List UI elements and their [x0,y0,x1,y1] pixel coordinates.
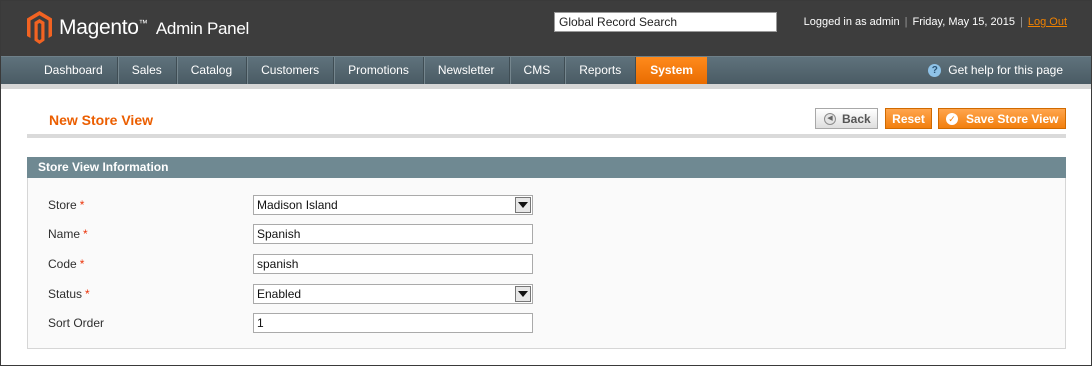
current-date: Friday, May 15, 2015 [912,16,1015,28]
save-button-label: Save Store View [966,111,1059,126]
code-row: Code * [48,254,548,274]
logo-trademark: ™ [138,17,148,28]
nav-item-catalog[interactable]: Catalog [177,57,248,85]
header: Magento™ Admin Panel Logged in as admin|… [1,1,1091,56]
required-mark: * [79,257,85,271]
store-select[interactable]: Madison Island [253,195,533,215]
user-info: Logged in as admin | Friday, May 15, 2015 |… [803,16,1067,28]
main-nav: Dashboard Sales Catalog Customers Promot… [1,56,1091,85]
chevron-down-icon [515,286,531,302]
back-button-label: Back [842,111,871,126]
nav-item-promotions[interactable]: Promotions [334,57,424,85]
sort-order-label: Sort Order [48,316,105,330]
required-mark: * [83,227,88,241]
app-frame: Magento™ Admin Panel Logged in as admin|… [0,0,1092,366]
logo-main-text: Magento [59,15,139,39]
status-select[interactable]: Enabled [253,284,533,304]
global-search-input[interactable] [554,12,777,32]
required-mark: * [79,198,85,212]
logout-link[interactable]: Log Out [1028,16,1067,28]
nav-item-reports[interactable]: Reports [565,57,637,85]
save-store-view-button[interactable]: ✓ Save Store View [938,108,1066,129]
arrow-left-icon: ◀ [824,112,836,125]
nav-item-cms[interactable]: CMS [510,57,566,85]
title-divider [27,134,1066,138]
question-icon: ? [928,63,942,77]
code-input[interactable] [253,254,533,274]
name-row: Name * [48,224,548,244]
checkmark-icon: ✓ [946,112,958,125]
magento-logo-icon [27,11,52,44]
status-row: Status * Enabled [48,284,548,304]
page-title: New Store View [49,112,154,128]
sort-order-row: Sort Order [48,313,548,333]
nav-item-system[interactable]: System [636,57,707,85]
code-label: Code * [48,257,85,271]
nav-item-newsletter[interactable]: Newsletter [424,57,510,85]
nav-item-customers[interactable]: Customers [247,57,335,85]
store-select-value: Madison Island [257,198,338,212]
store-row: Store * Madison Island [48,195,548,215]
sort-order-input[interactable] [253,313,533,333]
nav-item-sales[interactable]: Sales [118,57,177,85]
name-input[interactable] [253,224,533,244]
name-label: Name * [48,227,88,241]
nav-item-dashboard[interactable]: Dashboard [30,57,118,85]
status-label: Status * [48,287,90,301]
logged-in-text: Logged in as admin [803,16,900,28]
back-button[interactable]: ◀ Back [815,108,878,129]
chevron-down-icon [515,197,531,213]
magento-logo[interactable]: Magento™ Admin Panel [27,11,249,44]
fieldset-title: Store View Information [27,157,1066,178]
reset-button-label: Reset [892,111,925,126]
reset-button[interactable]: Reset [885,108,932,129]
store-label: Store * [48,198,85,212]
logo-subtitle: Admin Panel [155,18,249,38]
nav-divider [1,84,1091,89]
status-select-value: Enabled [257,287,302,301]
required-mark: * [85,287,90,301]
help-text: Get help for this page [948,63,1063,77]
help-link[interactable]: ? Get help for this page [928,63,1063,77]
